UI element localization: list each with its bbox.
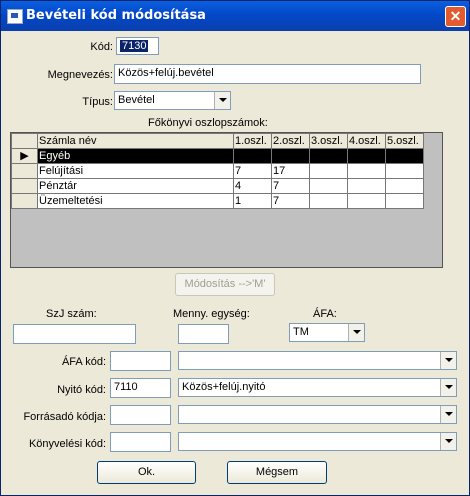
kod-value: 7130 bbox=[120, 40, 149, 52]
column-header-1[interactable]: 1.oszl. bbox=[233, 133, 272, 149]
cell-c2[interactable] bbox=[271, 148, 310, 164]
window-icon bbox=[7, 9, 23, 24]
forras-input[interactable] bbox=[110, 405, 171, 425]
chevron-down-icon[interactable] bbox=[348, 324, 364, 341]
column-header-3[interactable]: 3.oszl. bbox=[309, 133, 348, 149]
menny-label: Menny. egység: bbox=[173, 308, 250, 320]
konyv-select[interactable] bbox=[178, 432, 457, 451]
megnevezes-label: Megnevezés: bbox=[47, 69, 113, 81]
column-header-2[interactable]: 2.oszl. bbox=[271, 133, 310, 149]
cell-c5[interactable] bbox=[385, 193, 424, 209]
window-title: Bevételi kód módosítása bbox=[26, 8, 206, 23]
row-header bbox=[11, 178, 38, 194]
cell-c1[interactable]: 1 bbox=[233, 193, 272, 209]
cell-name[interactable]: Felújítási bbox=[37, 163, 234, 179]
grid-title: Főkönyvi oszlopszámok: bbox=[148, 117, 268, 129]
cell-c4[interactable] bbox=[347, 163, 386, 179]
cell-c3[interactable] bbox=[309, 178, 348, 194]
cell-name[interactable]: Üzemeltetési bbox=[37, 193, 234, 209]
afa-kod-input[interactable] bbox=[110, 351, 171, 371]
afa-label: ÁFA: bbox=[313, 308, 337, 320]
column-header-4[interactable]: 4.oszl. bbox=[347, 133, 386, 149]
cell-c1[interactable]: 4 bbox=[233, 178, 272, 194]
row-header bbox=[11, 163, 38, 179]
tipus-label: Típus: bbox=[82, 96, 113, 108]
cell-c1[interactable] bbox=[233, 148, 272, 164]
chevron-down-icon[interactable] bbox=[440, 379, 456, 396]
chevron-down-icon[interactable] bbox=[214, 92, 230, 109]
afa-kod-label: ÁFA kód: bbox=[61, 356, 106, 368]
szj-input[interactable] bbox=[13, 324, 136, 344]
menny-input[interactable] bbox=[178, 324, 229, 344]
modify-button[interactable]: Módosítás -->'M' bbox=[175, 273, 275, 296]
megnevezes-input[interactable]: Közös+felúj.bevétel bbox=[114, 64, 421, 84]
close-button[interactable]: ✕ bbox=[445, 6, 466, 27]
cell-c4[interactable] bbox=[347, 193, 386, 209]
kod-input[interactable]: 7130 bbox=[116, 37, 159, 55]
nyito-input[interactable]: 7110 bbox=[110, 378, 171, 398]
cell-c5[interactable] bbox=[385, 178, 424, 194]
konyv-input[interactable] bbox=[110, 432, 171, 452]
forras-select[interactable] bbox=[178, 405, 457, 424]
afa-select[interactable]: TM bbox=[289, 323, 365, 342]
table-row[interactable]: Felújítási 7 17 bbox=[11, 163, 424, 179]
chevron-down-icon[interactable] bbox=[440, 352, 456, 369]
account-grid: Számla név 1.oszl. 2.oszl. 3.oszl. 4.osz… bbox=[10, 132, 443, 268]
row-pointer-icon: ▶ bbox=[11, 148, 38, 164]
cell-name[interactable]: Pénztár bbox=[37, 178, 234, 194]
afa-kod-select[interactable] bbox=[178, 351, 457, 370]
ok-button[interactable]: Ok. bbox=[97, 461, 196, 484]
cell-c2[interactable]: 17 bbox=[271, 163, 310, 179]
table-row[interactable]: Pénztár 4 7 bbox=[11, 178, 424, 194]
dialog-window: Bevételi kód módosítása ✕ Kód: 7130 Megn… bbox=[0, 0, 470, 496]
cell-c5[interactable] bbox=[385, 163, 424, 179]
kod-label: Kód: bbox=[90, 41, 113, 53]
cell-c3[interactable] bbox=[309, 163, 348, 179]
cell-c4[interactable] bbox=[347, 178, 386, 194]
cell-c3[interactable] bbox=[309, 193, 348, 209]
column-header-szamla[interactable]: Számla név bbox=[37, 133, 234, 149]
nyito-select-value: Közös+felúj.nyitó bbox=[182, 381, 266, 393]
row-header bbox=[11, 193, 38, 209]
cell-c1[interactable]: 7 bbox=[233, 163, 272, 179]
cell-c4[interactable] bbox=[347, 148, 386, 164]
chevron-down-icon[interactable] bbox=[440, 433, 456, 450]
afa-value: TM bbox=[293, 326, 309, 338]
forras-label: Forrásadó kódja: bbox=[23, 411, 106, 423]
cell-c2[interactable]: 7 bbox=[271, 193, 310, 209]
grid-header-row: Számla név 1.oszl. 2.oszl. 3.oszl. 4.osz… bbox=[11, 133, 424, 149]
title-bar[interactable]: Bevételi kód módosítása ✕ bbox=[1, 1, 469, 31]
cell-name[interactable]: Egyéb bbox=[37, 148, 234, 164]
tipus-select[interactable]: Bevétel bbox=[114, 91, 231, 110]
tipus-value: Bevétel bbox=[118, 94, 155, 106]
table-row[interactable]: ▶ Egyéb bbox=[11, 148, 424, 164]
grid-corner bbox=[11, 133, 38, 149]
cell-c2[interactable]: 7 bbox=[271, 178, 310, 194]
column-header-5[interactable]: 5.oszl. bbox=[385, 133, 424, 149]
chevron-down-icon[interactable] bbox=[440, 406, 456, 423]
konyv-label: Könyvelési kód: bbox=[28, 438, 106, 450]
cancel-button[interactable]: Mégsem bbox=[227, 461, 327, 484]
table-row[interactable]: Üzemeltetési 1 7 bbox=[11, 193, 424, 209]
cell-c5[interactable] bbox=[385, 148, 424, 164]
nyito-select[interactable]: Közös+felúj.nyitó bbox=[178, 378, 457, 397]
szj-label: SzJ szám: bbox=[46, 308, 97, 320]
nyito-label: Nyitó kód: bbox=[57, 384, 106, 396]
cell-c3[interactable] bbox=[309, 148, 348, 164]
grid-table: Számla név 1.oszl. 2.oszl. 3.oszl. 4.osz… bbox=[11, 133, 424, 209]
